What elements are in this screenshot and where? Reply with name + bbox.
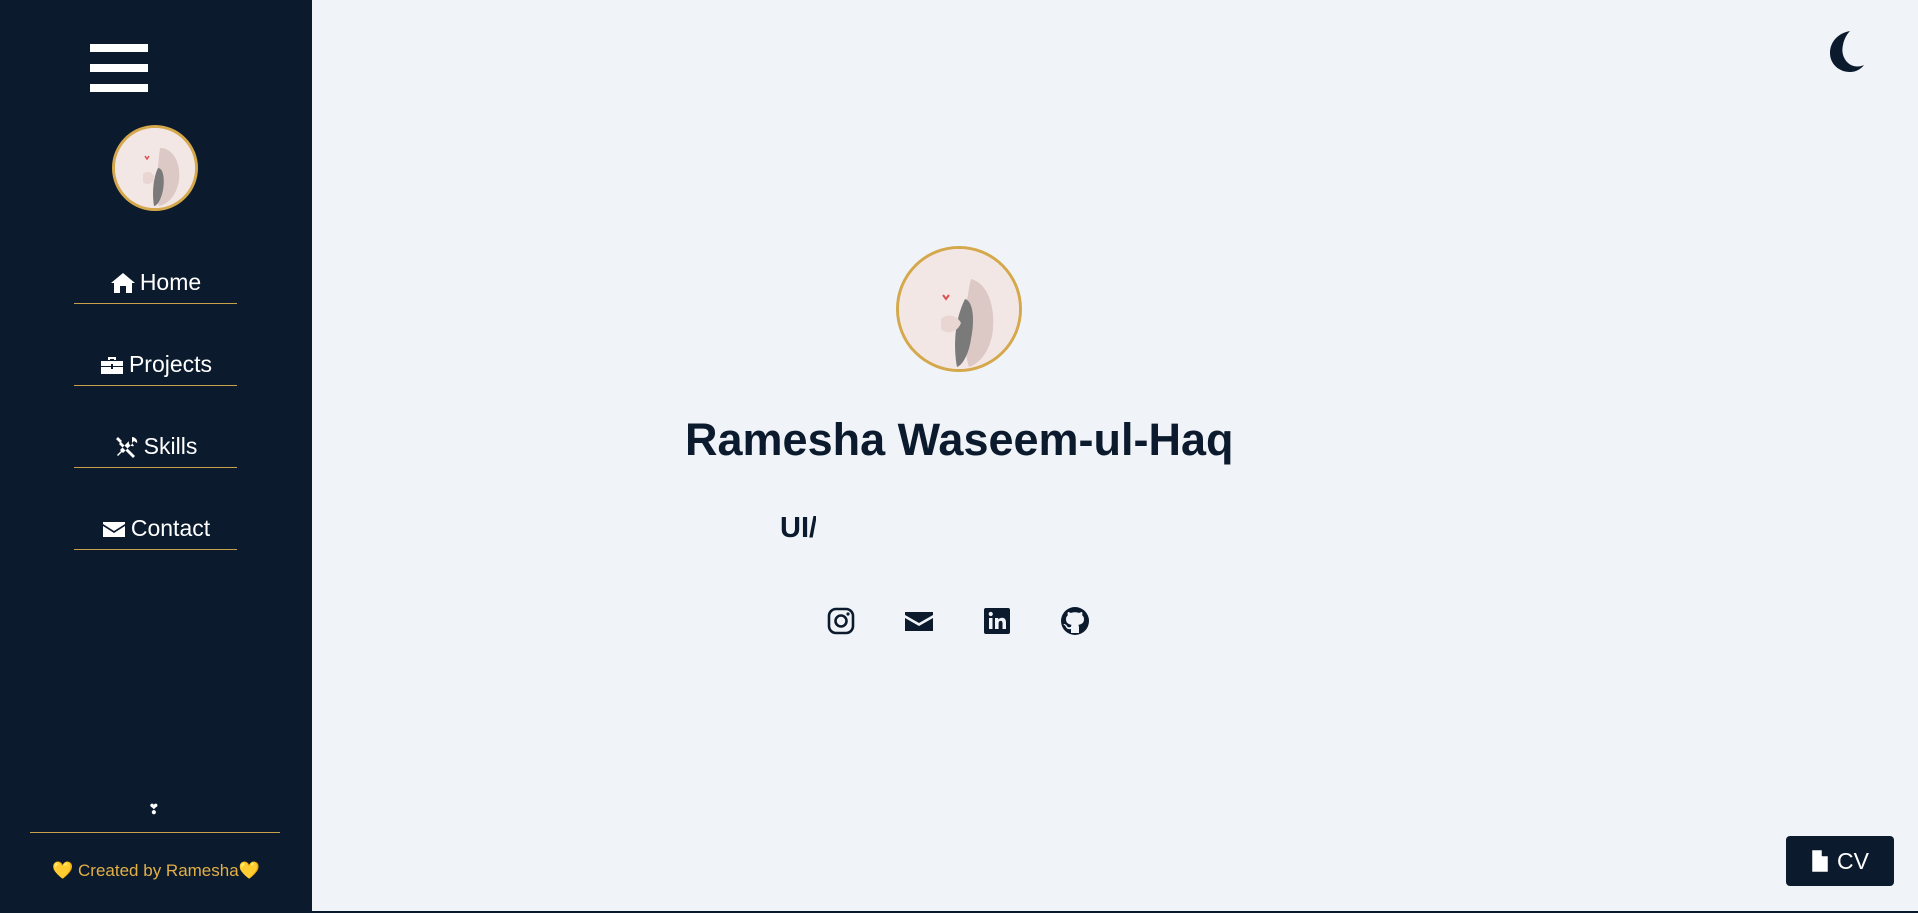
github-link[interactable] <box>1060 606 1090 636</box>
profile-name: Ramesha Waseem-ul-Haq <box>685 414 1234 465</box>
linkedin-link[interactable] <box>982 606 1012 636</box>
footer-divider <box>30 832 280 833</box>
briefcase-icon <box>100 356 123 374</box>
file-icon <box>1811 849 1829 873</box>
instagram-icon <box>827 607 855 635</box>
sidebar-avatar <box>112 125 198 211</box>
nav-item-projects[interactable]: Projects <box>74 344 237 386</box>
linkedin-icon <box>984 608 1010 634</box>
github-icon <box>1061 607 1089 635</box>
dark-mode-toggle[interactable] <box>1822 28 1868 74</box>
heart-icon: ❣ <box>148 801 160 817</box>
email-link[interactable] <box>904 606 934 636</box>
moon-icon <box>1830 31 1864 72</box>
nav-item-home[interactable]: Home <box>74 262 237 304</box>
cv-download-button[interactable]: CV <box>1786 836 1894 886</box>
nav-item-label: Contact <box>130 515 211 541</box>
cv-button-label: CV <box>1837 847 1869 874</box>
nav-item-label: Projects <box>128 351 213 377</box>
home-icon <box>110 272 135 293</box>
typed-role-text: UI/ <box>780 512 816 544</box>
footer-credit: 💛 Created by Ramesha💛 <box>52 861 260 880</box>
menu-toggle-icon[interactable] <box>90 44 150 100</box>
instagram-link[interactable] <box>826 606 856 636</box>
profile-avatar <box>896 246 1022 372</box>
envelope-icon <box>102 521 125 537</box>
envelope-icon <box>905 612 933 631</box>
social-links <box>826 606 1090 636</box>
nav-item-label: Home <box>139 269 202 295</box>
nav-item-contact[interactable]: Contact <box>74 508 237 550</box>
